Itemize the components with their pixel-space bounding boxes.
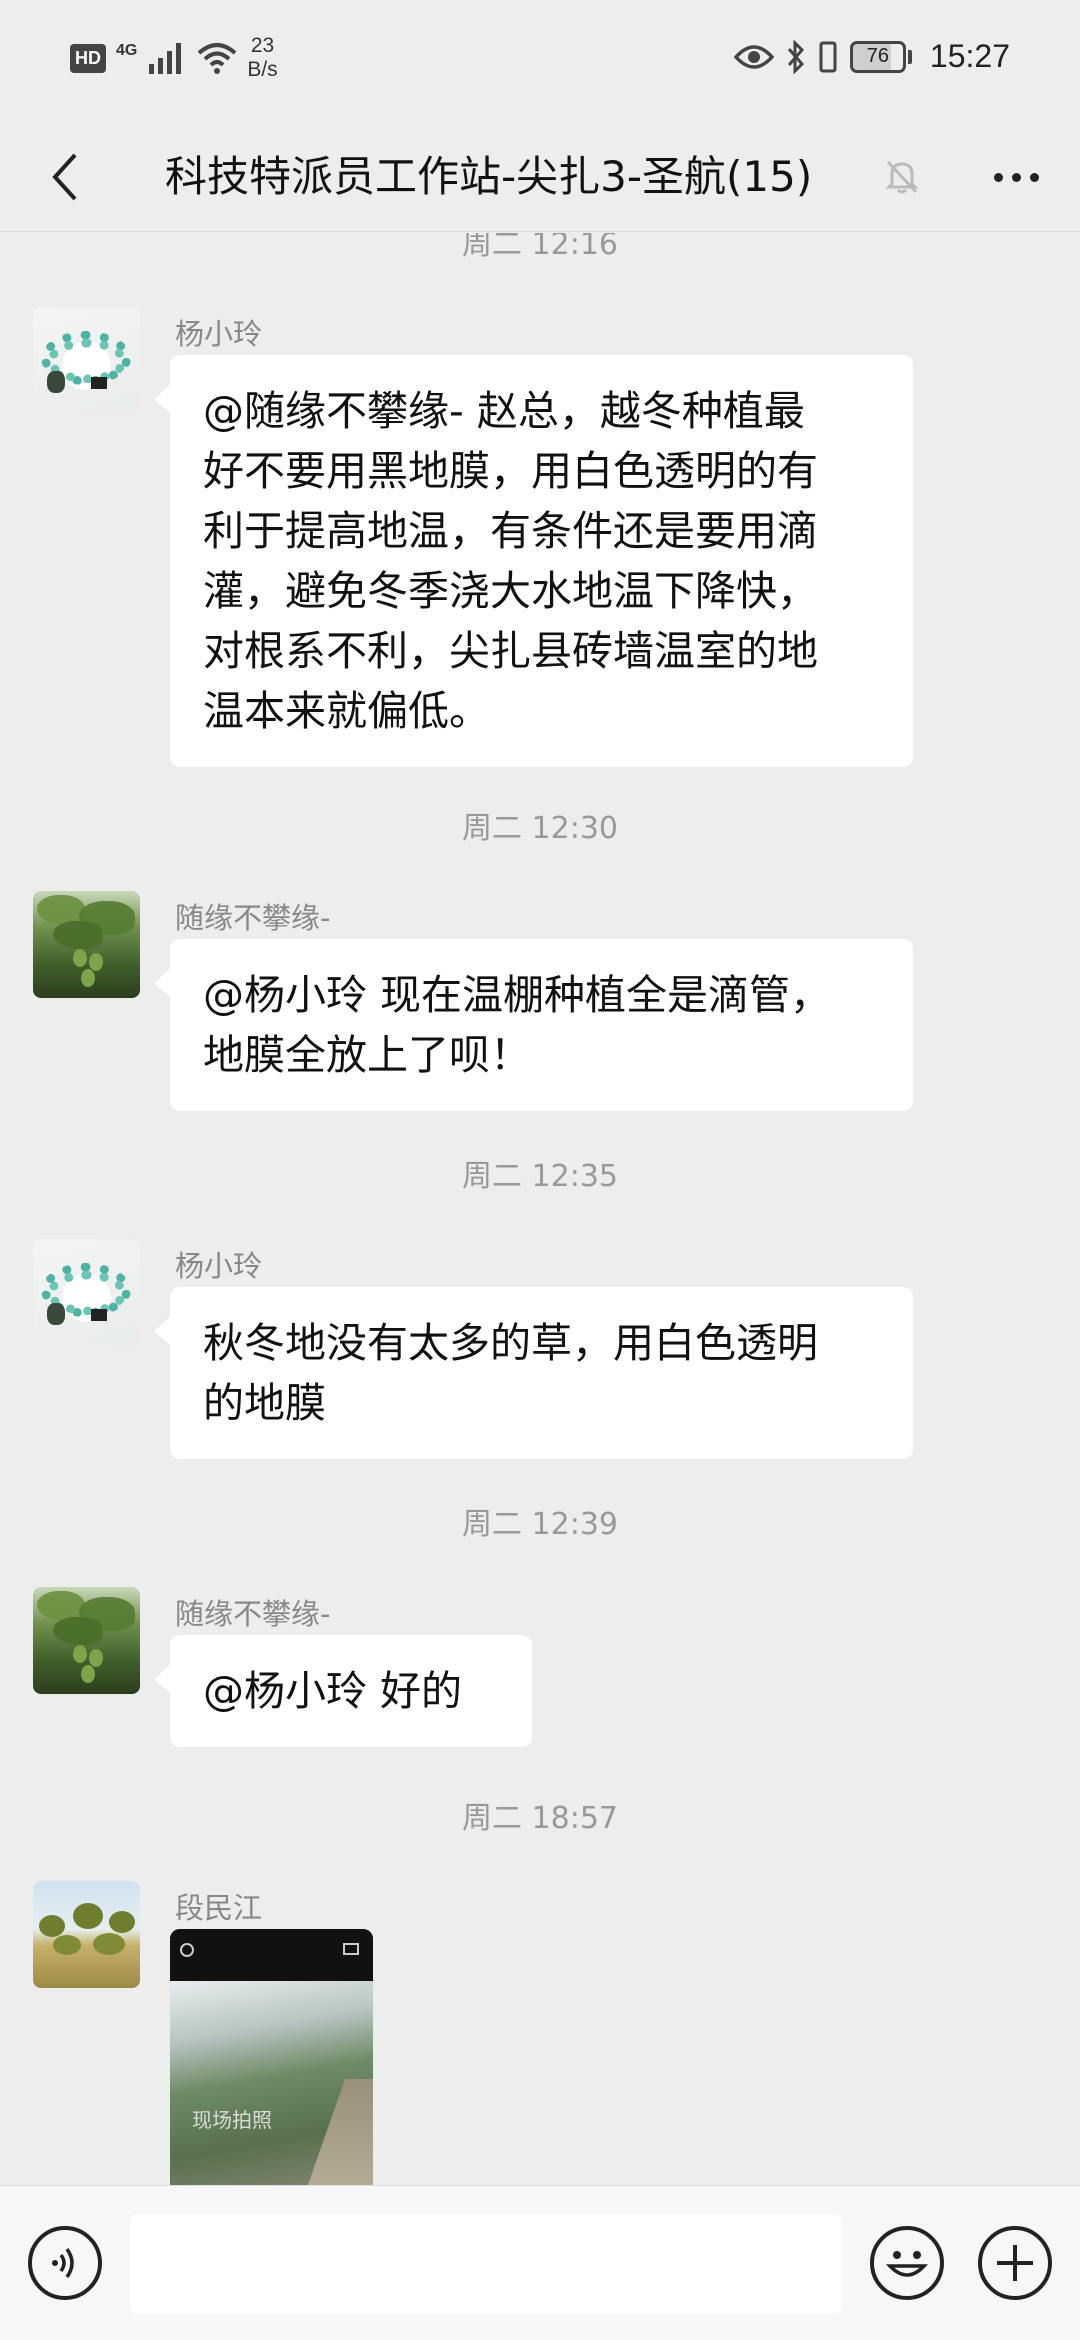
- message-input[interactable]: [130, 2214, 842, 2314]
- sender-name: 杨小玲: [175, 1249, 263, 1283]
- message-line: 秋冬地没有太多的草，用白色透明: [203, 1319, 818, 1367]
- message-line: @随缘不攀缘- 赵总，越冬种植最: [203, 387, 805, 435]
- smiley-icon: [885, 2251, 929, 2277]
- message-list[interactable]: 周二 12:16 杨小玲 @随缘不攀缘- 赵总，越冬种植最 好不要用黑地膜，用白…: [0, 233, 1080, 2185]
- battery-level: 76: [849, 40, 906, 73]
- signal-icon: [149, 43, 182, 74]
- avatar-papaya[interactable]: [33, 1587, 140, 1694]
- avatar-bracelet[interactable]: [33, 307, 140, 414]
- timestamp: 周二 12:39: [462, 1507, 618, 1542]
- camera-icon: [343, 1943, 359, 1955]
- message-line: @杨小玲 好的: [203, 1667, 463, 1715]
- mute-bell-icon: [872, 146, 932, 206]
- network-speed: 23 B/s: [247, 34, 277, 82]
- bluetooth-icon: [787, 39, 804, 74]
- message-line: 的地膜: [203, 1379, 326, 1427]
- sender-name: 随缘不攀缘-: [175, 1597, 331, 1631]
- clock: 15:27: [929, 38, 1010, 74]
- message-line: 对根系不利，尖扎县砖墙温室的地: [203, 627, 818, 675]
- photo-path: [303, 2079, 373, 2185]
- dot-icon: [993, 172, 1003, 182]
- input-bar: [0, 2185, 1080, 2340]
- battery-tip: [907, 49, 912, 64]
- chat-title: 科技特派员工作站-尖扎3-圣航(15): [165, 152, 813, 201]
- message-line: @杨小玲 现在温棚种植全是滴管，: [203, 971, 832, 1019]
- vibrate-icon: [819, 41, 837, 72]
- chat-header: 科技特派员工作站-尖扎3-圣航(15): [0, 120, 1080, 232]
- wifi-icon: [198, 43, 237, 74]
- dot-icon: [1011, 172, 1021, 182]
- speed-unit: B/s: [247, 58, 278, 81]
- image-message[interactable]: 现场拍照: [170, 1929, 373, 2185]
- timestamp: 周二 12:30: [462, 811, 618, 846]
- message-bubble[interactable]: @随缘不攀缘- 赵总，越冬种植最 好不要用黑地膜，用白色透明的有 利于提高地温，…: [154, 355, 913, 767]
- message-bubble[interactable]: @杨小玲 现在温棚种植全是滴管， 地膜全放上了呗！: [154, 939, 913, 1111]
- message-bubble[interactable]: 秋冬地没有太多的草，用白色透明 的地膜: [154, 1287, 913, 1459]
- timestamp: 周二 18:57: [462, 1801, 618, 1836]
- more-functions-button[interactable]: [978, 2226, 1052, 2300]
- sender-name: 杨小玲: [175, 317, 263, 351]
- back-button[interactable]: [30, 142, 100, 212]
- avatar-trees[interactable]: [33, 1881, 140, 1988]
- sender-name: 段民江: [175, 1891, 263, 1925]
- voice-icon: [52, 2247, 74, 2279]
- voice-input-button[interactable]: [28, 2226, 102, 2300]
- message-line: 好不要用黑地膜，用白色透明的有: [203, 447, 818, 495]
- photo-scene: [170, 1981, 373, 2185]
- eye-icon: [733, 44, 774, 69]
- timestamp: 周二 12:35: [462, 1159, 618, 1194]
- message-line: 温本来就偏低。: [203, 687, 490, 735]
- photo-watermark: 现场拍照: [192, 2108, 272, 2132]
- more-options-button[interactable]: [976, 142, 1056, 212]
- network-type: 4G: [116, 42, 138, 59]
- avatar-papaya[interactable]: [33, 891, 140, 998]
- message-line: 利于提高地温，有条件还是要用滴: [203, 507, 818, 555]
- dot-icon: [1029, 172, 1039, 182]
- photo-header: [170, 1929, 373, 1981]
- hd-badge: HD: [70, 43, 106, 73]
- emoji-button[interactable]: [870, 2226, 944, 2300]
- avatar-bracelet[interactable]: [33, 1239, 140, 1346]
- timestamp: 周二 12:16: [462, 233, 618, 262]
- message-bubble[interactable]: @杨小玲 好的: [154, 1635, 532, 1747]
- plus-icon: [997, 2245, 1033, 2281]
- chevron-left-icon: [52, 153, 77, 201]
- status-bar: HD 4G 23 B/s 76 15:27: [0, 0, 1080, 120]
- sender-name: 随缘不攀缘-: [175, 901, 331, 935]
- speed-value: 23: [250, 34, 275, 57]
- settings-icon: [180, 1943, 194, 1957]
- message-line: 灌，避免冬季浇大水地温下降快，: [203, 567, 818, 615]
- message-line: 地膜全放上了呗！: [203, 1031, 531, 1079]
- battery-indicator: 76: [849, 40, 912, 73]
